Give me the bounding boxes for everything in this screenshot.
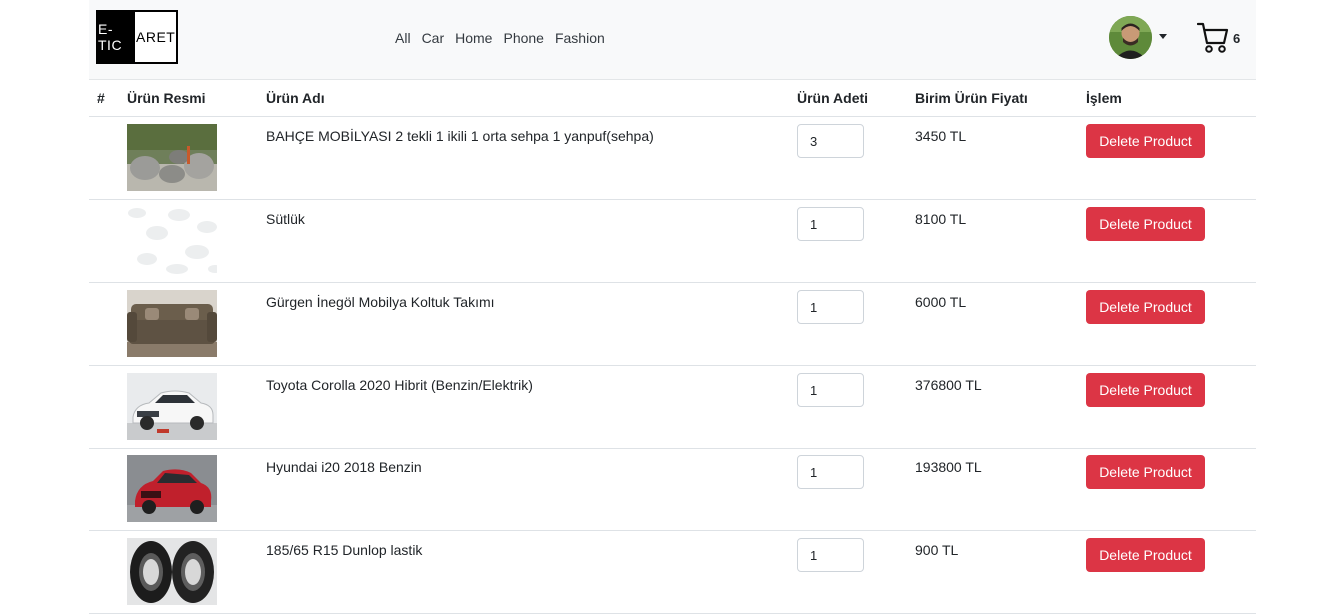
chevron-down-icon[interactable]: [1159, 34, 1167, 39]
product-image-sofa: [127, 290, 217, 357]
quantity-input[interactable]: [797, 290, 864, 324]
product-image-garden-furniture: [127, 124, 217, 191]
navbar: E-TIC ARET All Car Home Phone Fashion 6: [89, 0, 1256, 80]
nav-links: All Car Home Phone Fashion: [395, 30, 616, 46]
quantity-input[interactable]: [797, 373, 864, 407]
brand-logo[interactable]: E-TIC ARET: [96, 10, 178, 64]
product-name: Gürgen İnegöl Mobilya Koltuk Takımı: [266, 294, 495, 310]
delete-product-button[interactable]: Delete Product: [1086, 207, 1205, 241]
product-name: 185/65 R15 Dunlop lastik: [266, 542, 423, 558]
quantity-input[interactable]: [797, 207, 864, 241]
cart-count-badge: 6: [1233, 31, 1241, 46]
table-row: 185/65 R15 Dunlop lastik 900 TL Delete P…: [89, 531, 1256, 614]
brand-logo-left: E-TIC: [98, 12, 135, 62]
nav-link-car[interactable]: Car: [422, 30, 445, 46]
product-name: Sütlük: [266, 211, 305, 227]
user-avatar[interactable]: [1109, 16, 1152, 59]
nav-link-fashion[interactable]: Fashion: [555, 30, 605, 46]
table-row: Toyota Corolla 2020 Hibrit (Benzin/Elekt…: [89, 366, 1256, 449]
header-quantity: Ürün Adeti: [797, 90, 869, 106]
delete-product-button[interactable]: Delete Product: [1086, 538, 1205, 572]
product-image-placeholder: [127, 207, 217, 274]
header-image: Ürün Resmi: [127, 90, 206, 106]
header-index: #: [97, 90, 105, 106]
product-image-white-car: [127, 373, 217, 440]
quantity-input[interactable]: [797, 538, 864, 572]
table-header: # Ürün Resmi Ürün Adı Ürün Adeti Birim Ü…: [89, 80, 1256, 117]
product-name: Hyundai i20 2018 Benzin: [266, 459, 422, 475]
unit-price: 8100 TL: [915, 211, 967, 227]
table-row: BAHÇE MOBİLYASI 2 tekli 1 ikili 1 orta s…: [89, 117, 1256, 200]
product-image-tires: [127, 538, 217, 605]
delete-product-button[interactable]: Delete Product: [1086, 290, 1205, 324]
unit-price: 900 TL: [915, 542, 959, 558]
header-name: Ürün Adı: [266, 90, 325, 106]
unit-price: 376800 TL: [915, 377, 982, 393]
page: E-TIC ARET All Car Home Phone Fashion 6 …: [0, 0, 1342, 616]
product-image-red-car: [127, 455, 217, 522]
unit-price: 3450 TL: [915, 128, 967, 144]
quantity-input[interactable]: [797, 455, 864, 489]
product-name: Toyota Corolla 2020 Hibrit (Benzin/Elekt…: [266, 377, 533, 393]
table-row: Hyundai i20 2018 Benzin 193800 TL Delete…: [89, 448, 1256, 531]
header-price: Birim Ürün Fiyatı: [915, 90, 1028, 106]
avatar-image: [1109, 16, 1152, 59]
main-container: E-TIC ARET All Car Home Phone Fashion 6 …: [89, 0, 1256, 616]
delete-product-button[interactable]: Delete Product: [1086, 373, 1205, 407]
header-action: İşlem: [1086, 90, 1122, 106]
unit-price: 193800 TL: [915, 459, 982, 475]
brand-logo-right: ARET: [135, 12, 176, 62]
nav-link-home[interactable]: Home: [455, 30, 492, 46]
product-name: BAHÇE MOBİLYASI 2 tekli 1 ikili 1 orta s…: [266, 128, 654, 144]
delete-product-button[interactable]: Delete Product: [1086, 124, 1205, 158]
unit-price: 6000 TL: [915, 294, 967, 310]
delete-product-button[interactable]: Delete Product: [1086, 455, 1205, 489]
nav-link-all[interactable]: All: [395, 30, 411, 46]
table-row: Sütlük 8100 TL Delete Product: [89, 200, 1256, 283]
table-row: Gürgen İnegöl Mobilya Koltuk Takımı 6000…: [89, 283, 1256, 366]
cart-icon[interactable]: [1196, 21, 1229, 55]
nav-link-phone[interactable]: Phone: [503, 30, 543, 46]
quantity-input[interactable]: [797, 124, 864, 158]
